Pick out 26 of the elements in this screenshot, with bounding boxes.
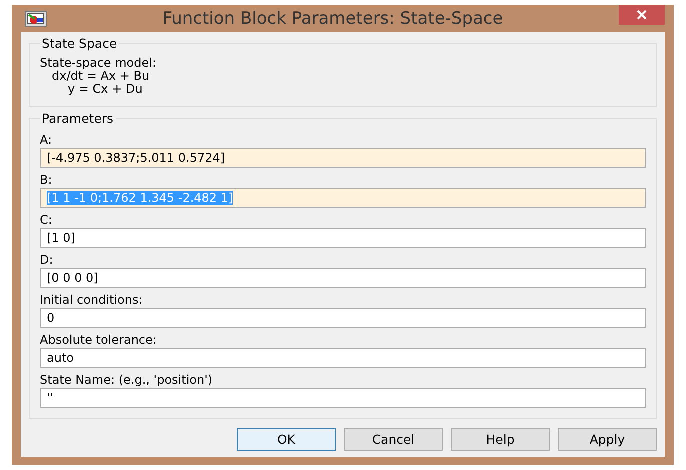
field-label: Initial conditions: — [40, 293, 144, 308]
window-title: Function Block Parameters: State-Space — [162, 8, 504, 28]
input-field[interactable]: [1 0] — [40, 228, 646, 248]
input-field[interactable]: [0 0 0 0] — [40, 268, 646, 288]
field-label: A: — [40, 133, 54, 148]
close-icon — [637, 10, 647, 20]
group-heading: Parameters — [41, 111, 115, 126]
field-label: State Name: (e.g., 'position') — [40, 373, 214, 388]
dialog-button[interactable]: Help — [451, 428, 550, 451]
field-label: Absolute tolerance: — [40, 333, 158, 348]
input-field[interactable]: [-4.975 0.3837;5.011 0.5724] — [40, 148, 646, 168]
input-field[interactable]: 0 — [40, 308, 646, 328]
close-button[interactable] — [619, 4, 665, 24]
dialog-button[interactable]: OK — [237, 428, 336, 451]
group-heading: State Space — [41, 36, 118, 51]
field-label: B: — [40, 173, 54, 188]
input-field[interactable]: '' — [40, 388, 646, 408]
app-icon — [25, 10, 47, 26]
model-equation-line: y = Cx + Du — [67, 83, 144, 96]
dialog-button[interactable]: Apply — [558, 428, 657, 451]
model-equation-line: dx/dt = Ax + Bu — [52, 70, 151, 83]
input-field[interactable]: auto — [40, 348, 646, 368]
model-equation-line: State-space model: — [40, 57, 158, 70]
field-label: C: — [40, 213, 54, 228]
dialog-button[interactable]: Cancel — [344, 428, 443, 451]
field-label: D: — [40, 253, 54, 268]
